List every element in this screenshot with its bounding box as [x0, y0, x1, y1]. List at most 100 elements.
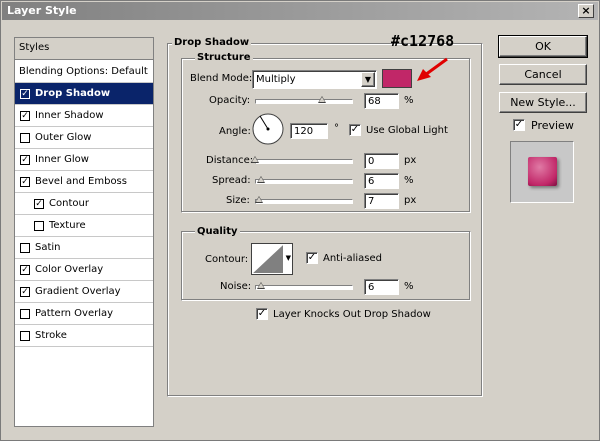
size-slider-thumb[interactable]	[254, 196, 263, 203]
noise-input[interactable]: 6	[364, 279, 399, 295]
style-checkbox[interactable]	[20, 331, 30, 341]
size-unit: px	[404, 195, 417, 206]
style-item-drop-shadow[interactable]: ✓ Drop Shadow	[15, 83, 153, 105]
style-item-inner-shadow[interactable]: ✓ Inner Shadow	[15, 105, 153, 127]
contour-linear-icon	[253, 245, 283, 273]
angle-input[interactable]: 120	[290, 123, 328, 139]
style-item-label: Texture	[49, 220, 86, 231]
knockout-label: Layer Knocks Out Drop Shadow	[273, 309, 431, 320]
style-item-texture[interactable]: Texture	[15, 215, 153, 237]
styles-header[interactable]: Styles	[15, 38, 153, 60]
annotation-arrow-icon	[417, 57, 448, 81]
title-bar[interactable]: Layer Style ×	[2, 2, 598, 20]
opacity-label: Opacity:	[209, 95, 251, 106]
style-item-inner-glow[interactable]: ✓ Inner Glow	[15, 149, 153, 171]
size-slider[interactable]	[255, 199, 353, 204]
opacity-input[interactable]: 68	[364, 93, 399, 109]
checkmark-icon: ✓	[307, 252, 317, 263]
checkmark-icon: ✓	[21, 265, 29, 275]
checkmark-icon: ✓	[35, 199, 43, 209]
style-item-pattern-overlay[interactable]: Pattern Overlay	[15, 303, 153, 325]
style-checkbox[interactable]	[34, 221, 44, 231]
checkmark-icon: ✓	[21, 155, 29, 165]
color-annotation-label: #c12768	[391, 32, 455, 50]
style-checkbox[interactable]: ✓	[34, 199, 44, 209]
style-item-label: Inner Glow	[35, 154, 89, 165]
noise-slider[interactable]	[255, 285, 353, 290]
cancel-button[interactable]: Cancel	[499, 64, 587, 85]
checkmark-icon: ✓	[21, 89, 29, 99]
style-item-blending-options-default[interactable]: Blending Options: Default	[15, 61, 153, 83]
style-item-label: Inner Shadow	[35, 110, 104, 121]
style-item-label: Satin	[35, 242, 61, 253]
style-item-gradient-overlay[interactable]: ✓ Gradient Overlay	[15, 281, 153, 303]
distance-slider[interactable]	[255, 159, 353, 164]
spread-input[interactable]: 6	[364, 173, 399, 189]
size-label: Size:	[226, 195, 250, 206]
spread-slider-thumb[interactable]	[256, 176, 265, 183]
window-title: Layer Style	[7, 4, 77, 17]
styles-panel: Styles Blending Options: Default ✓ Drop Sh…	[14, 37, 154, 427]
contour-picker[interactable]: ▼	[251, 243, 293, 275]
preview-swatch	[528, 157, 557, 186]
style-checkbox[interactable]: ✓	[20, 265, 30, 275]
layer-style-dialog: Layer Style × Styles Blending Options: D…	[0, 0, 600, 441]
opacity-slider-thumb[interactable]	[317, 96, 326, 103]
style-checkbox[interactable]: ✓	[20, 111, 30, 121]
style-item-color-overlay[interactable]: ✓ Color Overlay	[15, 259, 153, 281]
style-item-stroke[interactable]: Stroke	[15, 325, 153, 347]
ok-button[interactable]: OK	[498, 35, 588, 58]
opacity-unit: %	[404, 95, 414, 106]
style-checkbox[interactable]	[20, 243, 30, 253]
knockout-checkbox[interactable]: ✓	[256, 308, 268, 320]
distance-input[interactable]: 0	[364, 153, 399, 169]
style-checkbox[interactable]: ✓	[20, 89, 30, 99]
style-checkbox[interactable]: ✓	[20, 177, 30, 187]
distance-slider-thumb[interactable]	[251, 156, 259, 163]
opacity-slider[interactable]	[255, 99, 353, 104]
style-item-bevel-and-emboss[interactable]: ✓ Bevel and Emboss	[15, 171, 153, 193]
checkmark-icon: ✓	[21, 287, 29, 297]
style-checkbox[interactable]	[20, 133, 30, 143]
close-button[interactable]: ×	[578, 4, 594, 18]
style-checkbox[interactable]	[20, 309, 30, 319]
style-item-label: Pattern Overlay	[35, 308, 114, 319]
style-item-contour[interactable]: ✓ Contour	[15, 193, 153, 215]
spread-slider[interactable]	[255, 179, 353, 184]
checkmark-icon: ✓	[350, 124, 360, 135]
use-global-light-checkbox[interactable]: ✓	[349, 124, 361, 136]
blend-mode-value: Multiply	[256, 74, 296, 85]
style-item-label: Bevel and Emboss	[35, 176, 127, 187]
anti-aliased-checkbox[interactable]: ✓	[306, 252, 318, 264]
style-item-satin[interactable]: Satin	[15, 237, 153, 259]
blend-mode-select[interactable]: Multiply ▼	[252, 70, 377, 89]
style-item-label: Blending Options: Default	[19, 66, 148, 77]
style-checkbox[interactable]: ✓	[20, 155, 30, 165]
distance-unit: px	[404, 155, 417, 166]
blend-mode-label: Blend Mode:	[190, 73, 253, 84]
style-item-label: Contour	[49, 198, 89, 209]
styles-header-label: Styles	[19, 42, 50, 53]
size-input[interactable]: 7	[364, 193, 399, 209]
style-checkbox[interactable]: ✓	[20, 287, 30, 297]
style-item-label: Stroke	[35, 330, 67, 341]
close-icon: ×	[581, 4, 591, 17]
chevron-down-icon: ▼	[361, 72, 375, 87]
angle-label: Angle:	[219, 126, 251, 137]
distance-label: Distance:	[206, 155, 254, 166]
spread-label: Spread:	[212, 175, 251, 186]
shadow-color-swatch[interactable]	[382, 69, 412, 88]
new-style-button[interactable]: New Style...	[499, 92, 587, 113]
anti-aliased-label: Anti-aliased	[323, 253, 383, 264]
chevron-down-icon: ▼	[285, 254, 291, 262]
style-item-label: Outer Glow	[35, 132, 92, 143]
style-item-outer-glow[interactable]: Outer Glow	[15, 127, 153, 149]
preview-label: Preview	[531, 119, 574, 132]
drop-shadow-title: Drop Shadow	[172, 37, 252, 48]
checkmark-icon: ✓	[257, 308, 267, 319]
noise-slider-thumb[interactable]	[256, 282, 265, 289]
preview-checkbox[interactable]: ✓	[513, 119, 525, 131]
spread-unit: %	[404, 175, 414, 186]
angle-dial[interactable]	[251, 112, 285, 146]
checkmark-icon: ✓	[21, 111, 29, 121]
